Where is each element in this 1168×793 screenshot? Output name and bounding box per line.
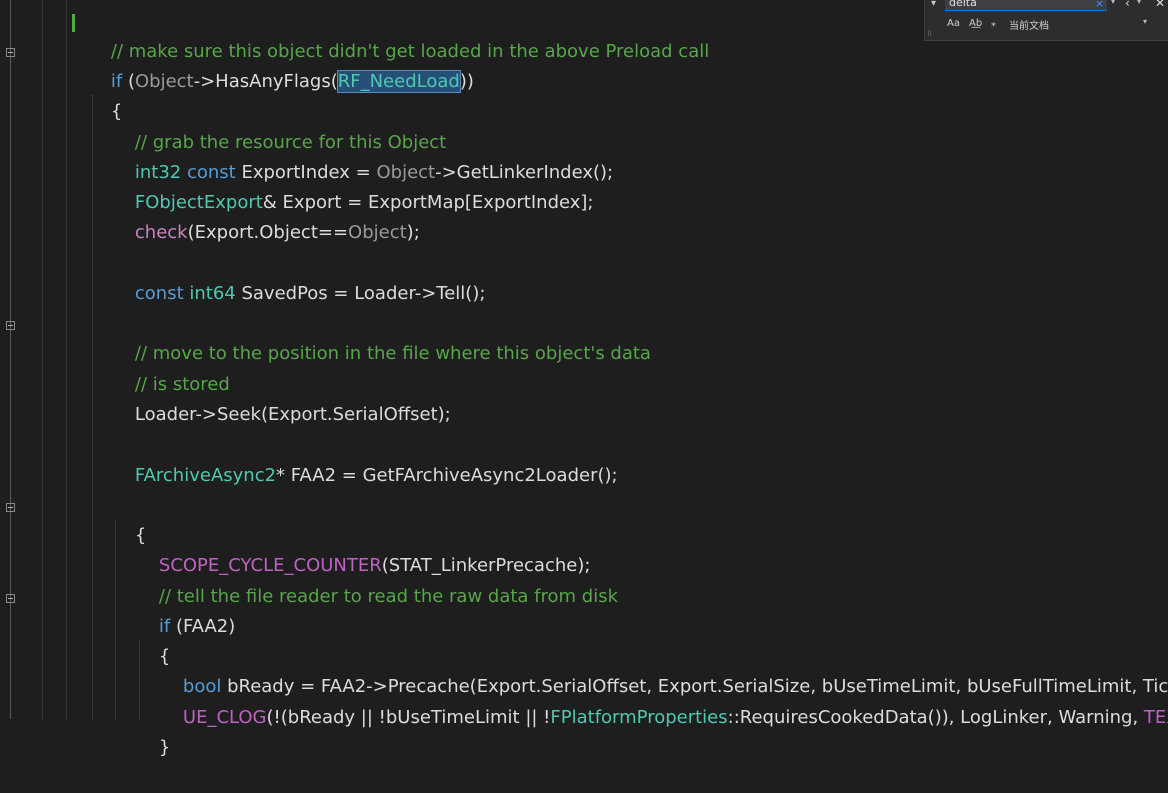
code-line-21: { [136, 612, 170, 667]
search-history-dropdown-icon[interactable]: ▾ [1111, 0, 1115, 6]
code-line-1: // make sure this object didn't get load… [88, 7, 709, 62]
find-widget: ▾ delta × ▾ ‹ ▾ ✕ Aa A͟b ⁎ 当前文档 ▾ ⠿ [924, 0, 1168, 41]
code-text: ( [122, 71, 135, 92]
code-text: (FAA2) [170, 616, 236, 637]
code-line-6: FObjectExport& Export = ExportMap[Export… [112, 158, 594, 213]
match-case-icon[interactable]: Aa [947, 18, 960, 29]
code-line-3: { [88, 67, 122, 122]
brace: } [158, 737, 171, 758]
find-query[interactable]: delta [949, 0, 977, 9]
code-text: ::RequiresCookedData()), LogLinker, Warn… [727, 707, 1144, 728]
resize-grip-icon[interactable]: ⠿ [927, 30, 932, 38]
type: FPlatformProperties [550, 707, 728, 728]
code-line-9: const int64 SavedPos = Loader->Tell(); [112, 249, 486, 304]
code-line-22: bool bReady = FAA2->Precache(Export.Seri… [160, 642, 1168, 697]
type: int64 [183, 283, 236, 304]
code-text: ->HasAnyFlags( [193, 71, 338, 92]
code-editor[interactable]: // make sure this object didn't get load… [0, 0, 1168, 758]
type: FArchiveAsync2 [134, 465, 277, 486]
close-find-icon[interactable]: ✕ [1155, 0, 1165, 10]
param-identifier: Object [348, 222, 407, 243]
clear-search-icon[interactable]: × [1095, 0, 1104, 10]
code-line-13: Loader->Seek(Export.SerialOffset); [112, 370, 451, 425]
macro: UE_CLOG [182, 707, 267, 728]
code-line-15: FArchiveAsync2* FAA2 = GetFArchiveAsync2… [112, 431, 618, 486]
code-line-5: int32 const ExportIndex = Object->GetLin… [112, 128, 613, 183]
keyword: const [134, 283, 184, 304]
code-text: * FAA2 = GetFArchiveAsync2Loader(); [276, 465, 618, 486]
code-line-7: check(Export.Object==Object); [112, 188, 420, 243]
code-line-19: // tell the file reader to read the raw … [136, 552, 618, 607]
macro: check [134, 222, 188, 243]
code-line-17: { [112, 491, 146, 546]
code-line-20: if (FAA2) [136, 582, 235, 637]
macro: TEXT( [1143, 707, 1168, 728]
find-input[interactable]: delta [945, 0, 1107, 11]
code-line-12: // is stored [112, 340, 230, 395]
code-text: SavedPos = Loader->Tell(); [235, 283, 486, 304]
scope-dropdown-icon[interactable]: ▾ [1143, 17, 1147, 26]
code-text: (Export.Object== [187, 222, 349, 243]
code-line-18: SCOPE_CYCLE_COUNTER(STAT_LinkerPrecache)… [136, 521, 591, 576]
code-line-11: // move to the position in the file wher… [112, 309, 651, 364]
code-line-2: if (Object->HasAnyFlags(RF_NeedLoad)) [88, 37, 474, 93]
code-line-23: UE_CLOG(!(bReady || !bUseTimeLimit || !F… [160, 673, 1168, 728]
whole-word-icon[interactable]: A͟b [969, 18, 982, 29]
code-line-4: // grab the resource for this Object [112, 98, 446, 153]
code-text: )) [459, 71, 474, 92]
find-options-dropdown-icon[interactable]: ▾ [1137, 0, 1141, 6]
expand-replace-icon[interactable]: ▾ [931, 0, 936, 9]
find-previous-icon[interactable]: ‹ [1125, 0, 1130, 10]
search-scope-select[interactable]: 当前文档 [1009, 17, 1049, 32]
selected-identifier[interactable]: RF_NeedLoad [336, 70, 461, 93]
code-text: (!(bReady || !bUseTimeLimit || ! [266, 707, 551, 728]
code-text: Loader->Seek(Export.SerialOffset); [134, 404, 451, 425]
regex-icon[interactable]: ⁎ [991, 18, 996, 29]
code-line-24: } [136, 703, 170, 758]
param-identifier: Object [134, 71, 194, 92]
code-text: ); [406, 222, 420, 243]
